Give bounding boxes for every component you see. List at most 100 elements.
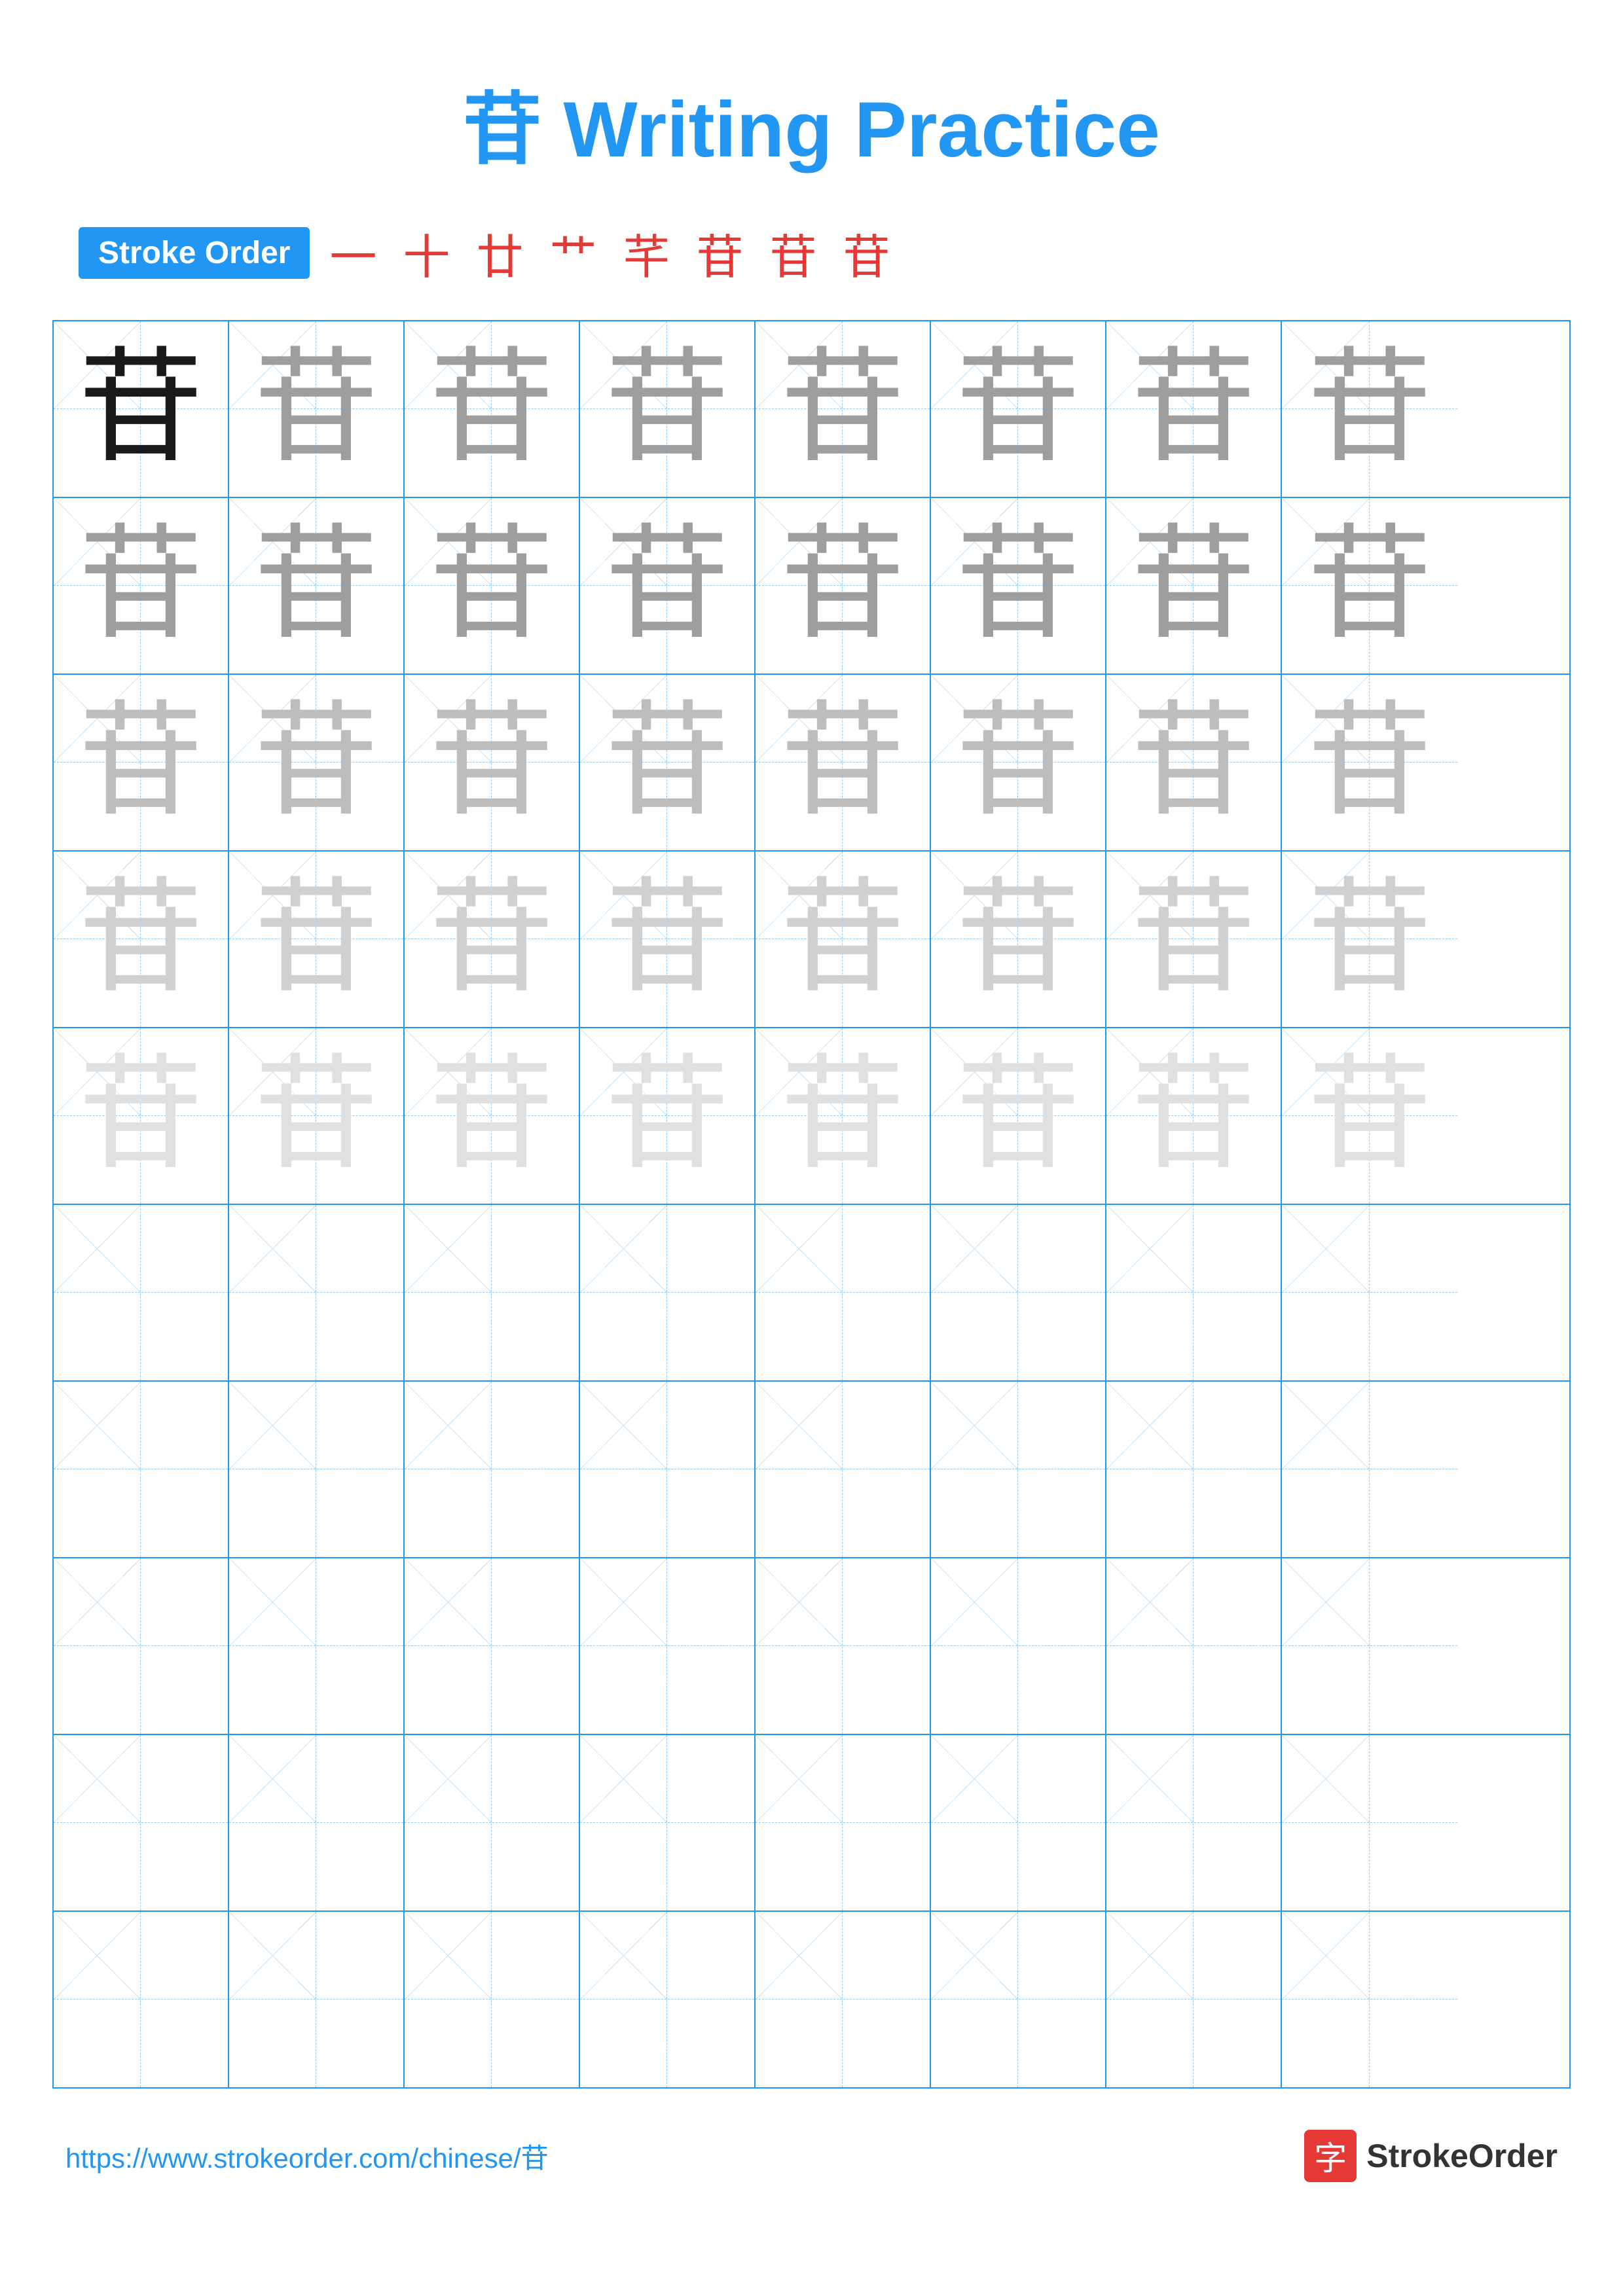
grid-cell[interactable]: 苷 xyxy=(756,675,931,850)
grid-cell[interactable] xyxy=(1106,1205,1282,1380)
grid-cell[interactable]: 苷 xyxy=(1106,498,1282,673)
grid-cell[interactable] xyxy=(931,1382,1106,1557)
practice-char: 苷 xyxy=(780,877,905,1001)
practice-char: 苷 xyxy=(1131,524,1256,648)
grid-cell[interactable]: 苷 xyxy=(405,1028,580,1204)
grid-row xyxy=(54,1912,1569,2087)
grid-cell[interactable] xyxy=(756,1735,931,1910)
grid-cell[interactable]: 苷 xyxy=(931,498,1106,673)
grid-cell[interactable] xyxy=(756,1912,931,2087)
grid-cell[interactable] xyxy=(1282,1382,1457,1557)
grid-cell[interactable] xyxy=(1106,1558,1282,1734)
grid-cell[interactable] xyxy=(756,1558,931,1734)
grid-cell[interactable] xyxy=(1282,1205,1457,1380)
practice-char: 苷 xyxy=(79,524,203,648)
grid-cell[interactable] xyxy=(580,1382,756,1557)
grid-cell[interactable]: 苷 xyxy=(1106,1028,1282,1204)
practice-char: 苷 xyxy=(79,347,203,471)
grid-cell[interactable]: 苷 xyxy=(580,1028,756,1204)
grid-cell[interactable]: 苷 xyxy=(1282,675,1457,850)
footer-logo: 字 StrokeOrder xyxy=(1304,2130,1558,2182)
grid-cell[interactable]: 苷 xyxy=(1282,321,1457,497)
practice-char: 苷 xyxy=(79,700,203,825)
grid-cell[interactable]: 苷 xyxy=(229,852,405,1027)
stroke-5: 芊 xyxy=(623,219,684,287)
footer: https://www.strokeorder.com/chinese/苷 字 … xyxy=(52,2130,1571,2182)
grid-cell[interactable]: 苷 xyxy=(54,498,229,673)
grid-cell[interactable] xyxy=(580,1205,756,1380)
grid-cell[interactable] xyxy=(229,1735,405,1910)
grid-cell[interactable]: 苷 xyxy=(54,675,229,850)
grid-cell[interactable]: 苷 xyxy=(756,852,931,1027)
grid-cell[interactable]: 苷 xyxy=(405,852,580,1027)
grid-cell[interactable]: 苷 xyxy=(1282,498,1457,673)
grid-cell[interactable]: 苷 xyxy=(756,321,931,497)
grid-cell[interactable] xyxy=(54,1558,229,1734)
grid-cell[interactable]: 苷 xyxy=(1282,852,1457,1027)
grid-cell[interactable]: 苷 xyxy=(931,1028,1106,1204)
grid-cell[interactable] xyxy=(931,1912,1106,2087)
grid-cell[interactable] xyxy=(1282,1558,1457,1734)
practice-char: 苷 xyxy=(254,524,378,648)
grid-cell[interactable] xyxy=(229,1558,405,1734)
practice-char: 苷 xyxy=(1307,1054,1432,1178)
grid-cell[interactable]: 苷 xyxy=(54,852,229,1027)
grid-cell[interactable]: 苷 xyxy=(405,675,580,850)
grid-cell[interactable]: 苷 xyxy=(229,1028,405,1204)
grid-cell[interactable] xyxy=(405,1558,580,1734)
grid-cell[interactable]: 苷 xyxy=(405,498,580,673)
grid-cell[interactable] xyxy=(931,1735,1106,1910)
stroke-2: 十 xyxy=(403,219,463,287)
grid-cell[interactable]: 苷 xyxy=(580,675,756,850)
grid-cell[interactable]: 苷 xyxy=(931,321,1106,497)
grid-cell[interactable] xyxy=(405,1382,580,1557)
grid-cell[interactable] xyxy=(756,1382,931,1557)
grid-cell[interactable]: 苷 xyxy=(1106,675,1282,850)
grid-cell[interactable]: 苷 xyxy=(756,498,931,673)
grid-cell[interactable] xyxy=(1282,1735,1457,1910)
grid-cell[interactable]: 苷 xyxy=(1106,852,1282,1027)
grid-cell[interactable]: 苷 xyxy=(229,675,405,850)
grid-cell[interactable] xyxy=(405,1912,580,2087)
grid-cell[interactable] xyxy=(54,1382,229,1557)
footer-url[interactable]: https://www.strokeorder.com/chinese/苷 xyxy=(65,2136,549,2176)
grid-cell[interactable] xyxy=(931,1558,1106,1734)
grid-cell[interactable] xyxy=(229,1912,405,2087)
grid-cell[interactable] xyxy=(931,1205,1106,1380)
grid-cell[interactable]: 苷 xyxy=(931,852,1106,1027)
grid-cell[interactable]: 苷 xyxy=(580,852,756,1027)
grid-cell[interactable]: 苷 xyxy=(54,1028,229,1204)
grid-cell[interactable] xyxy=(580,1735,756,1910)
practice-char: 苷 xyxy=(780,700,905,825)
grid-cell[interactable] xyxy=(756,1205,931,1380)
grid-cell[interactable] xyxy=(405,1735,580,1910)
grid-cell[interactable] xyxy=(405,1205,580,1380)
grid-cell[interactable]: 苷 xyxy=(931,675,1106,850)
grid-cell[interactable] xyxy=(580,1558,756,1734)
grid-cell[interactable] xyxy=(1106,1912,1282,2087)
practice-char: 苷 xyxy=(1131,1054,1256,1178)
practice-char: 苷 xyxy=(605,524,729,648)
stroke-7: 苷 xyxy=(770,219,830,287)
grid-cell[interactable]: 苷 xyxy=(54,321,229,497)
grid-cell[interactable]: 苷 xyxy=(405,321,580,497)
grid-cell[interactable]: 苷 xyxy=(580,498,756,673)
grid-cell[interactable] xyxy=(1106,1735,1282,1910)
grid-cell[interactable]: 苷 xyxy=(229,321,405,497)
grid-cell[interactable] xyxy=(54,1735,229,1910)
grid-cell[interactable]: 苷 xyxy=(580,321,756,497)
grid-cell[interactable]: 苷 xyxy=(229,498,405,673)
grid-cell[interactable]: 苷 xyxy=(1282,1028,1457,1204)
grid-cell[interactable] xyxy=(54,1912,229,2087)
grid-cell[interactable]: 苷 xyxy=(1106,321,1282,497)
grid-cell[interactable]: 苷 xyxy=(756,1028,931,1204)
grid-cell[interactable] xyxy=(54,1205,229,1380)
grid-cell[interactable] xyxy=(580,1912,756,2087)
practice-char: 苷 xyxy=(429,524,554,648)
grid-cell[interactable] xyxy=(229,1205,405,1380)
grid-cell[interactable] xyxy=(1106,1382,1282,1557)
grid-cell[interactable] xyxy=(229,1382,405,1557)
practice-char: 苷 xyxy=(1307,347,1432,471)
grid-cell[interactable] xyxy=(1282,1912,1457,2087)
stroke-3: 廿 xyxy=(476,219,536,287)
